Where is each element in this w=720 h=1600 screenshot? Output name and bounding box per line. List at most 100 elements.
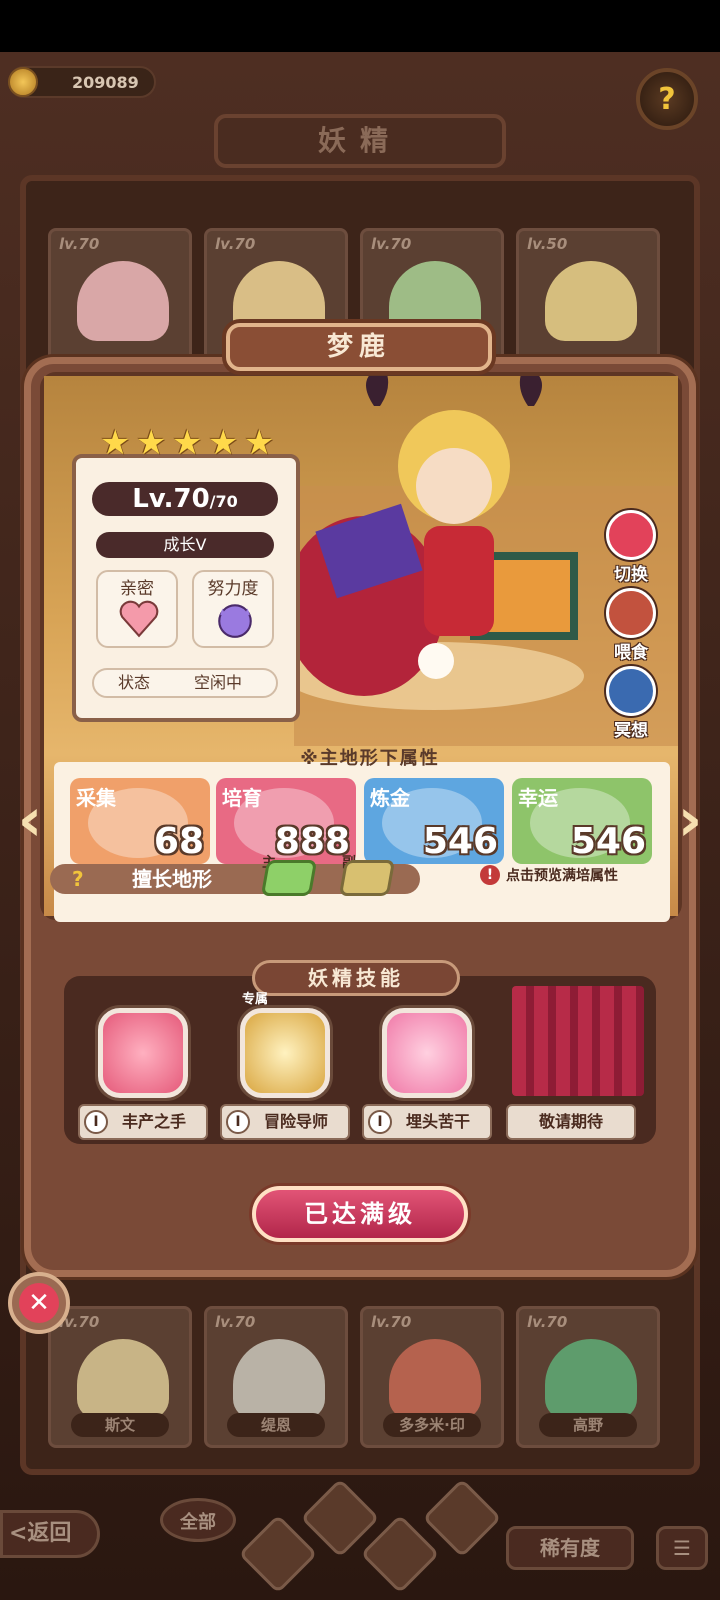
level-max: /70	[209, 492, 238, 511]
growth-badge: 成长V	[96, 532, 274, 558]
help-button[interactable]: ?	[636, 68, 698, 130]
star-icon: ★	[136, 423, 167, 463]
fairy-card[interactable]: lv.70	[48, 228, 192, 370]
fairy-portrait	[77, 261, 169, 341]
stat-value: 546	[570, 821, 646, 862]
skill-heading: 妖精技能	[252, 960, 460, 996]
question-sprout-icon: ?	[72, 867, 84, 891]
coming-soon-label: 敬请期待	[506, 1104, 636, 1140]
question-icon: ?	[658, 81, 676, 117]
card-name: 高野	[539, 1413, 637, 1437]
fairy-card[interactable]: lv.70 多多米·印	[360, 1306, 504, 1448]
rarity-sort-button[interactable]: 稀有度	[506, 1526, 634, 1570]
card-level: lv.70	[371, 1313, 412, 1331]
effort-label: 努力度	[207, 579, 259, 599]
exclusive-tag: 专属	[242, 992, 269, 1007]
skill-item[interactable]: 专属 冒险导师 I	[218, 992, 352, 1146]
currency-amount: 209089	[72, 72, 139, 92]
meditate-icon	[606, 666, 656, 716]
skill-level: I	[368, 1110, 392, 1134]
skill-level: I	[84, 1110, 108, 1134]
switch-icon	[606, 510, 656, 560]
switch-label: 切换	[614, 565, 648, 585]
max-level-button[interactable]: 已达满级	[252, 1186, 468, 1242]
card-level: lv.70	[59, 235, 100, 253]
fairy-card[interactable]: lv.70 斯文	[48, 1306, 192, 1448]
meditate-label: 冥想	[614, 721, 648, 741]
back-button[interactable]: <返回	[0, 1510, 100, 1558]
full-preview-tip[interactable]: ! 点击预览满培属性	[480, 862, 660, 888]
tip-text: 点击预览满培属性	[506, 868, 618, 884]
stat-value: 546	[422, 821, 498, 862]
fairy-portrait	[233, 1339, 325, 1419]
filter-all-button[interactable]: 全部	[160, 1498, 236, 1542]
card-name: 缇恩	[227, 1413, 325, 1437]
stat-gather: 采集 68	[70, 778, 210, 864]
star-icon: ★	[244, 423, 275, 463]
fairy-card[interactable]: lv.50	[516, 228, 660, 370]
next-fairy-arrow[interactable]: ›	[664, 770, 716, 870]
coming-soon-slot: 敬请期待	[504, 996, 638, 1146]
angry-face-icon	[382, 1008, 472, 1098]
stat-label: 采集	[76, 786, 116, 810]
effort-box[interactable]: 努力度	[192, 570, 274, 648]
exclamation-icon: !	[480, 865, 500, 885]
status-row: 状态 空闲中	[92, 668, 278, 698]
card-name: 斯文	[71, 1413, 169, 1437]
card-level: lv.70	[527, 1313, 568, 1331]
close-button[interactable]: ✕	[8, 1272, 70, 1334]
star-icon: ★	[208, 423, 239, 463]
level-bar: Lv.70/70	[92, 482, 278, 516]
status-value: 空闲中	[194, 673, 243, 692]
fairy-portrait	[545, 261, 637, 341]
fairy-card[interactable]: lv.70 缇恩	[204, 1306, 348, 1448]
level-value: Lv.70	[132, 484, 210, 514]
stat-value: 888	[274, 821, 350, 862]
terrain-label: 擅长地形	[132, 867, 212, 891]
skill-item[interactable]: 丰产之手 I	[76, 996, 210, 1146]
fairy-portrait	[77, 1339, 169, 1419]
switch-button[interactable]: 切换	[604, 510, 658, 586]
fairy-portrait	[545, 1339, 637, 1419]
meat-icon	[606, 588, 656, 638]
coin-icon	[8, 67, 38, 97]
card-level: lv.70	[371, 235, 412, 253]
prev-fairy-arrow[interactable]: ‹	[4, 770, 56, 870]
devil-face-icon	[218, 604, 252, 638]
intimacy-label: 亲密	[120, 579, 154, 599]
stat-alchemy: 炼金 546	[364, 778, 504, 864]
card-name: 多多米·印	[383, 1413, 481, 1437]
feed-button[interactable]: 喂食	[604, 588, 658, 664]
fairy-name: 梦鹿	[226, 323, 492, 371]
close-icon: ✕	[19, 1283, 59, 1323]
tomato-icon	[98, 1008, 188, 1098]
intimacy-box[interactable]: 亲密	[96, 570, 178, 648]
status-label: 状态	[118, 673, 151, 692]
star-icon: ★	[100, 423, 131, 463]
terrain-row: ? 擅长地形 主 副	[50, 855, 420, 896]
stat-nurture: 培育 888	[216, 778, 356, 864]
menu-button[interactable]: ☰	[656, 1526, 708, 1570]
stat-luck: 幸运 546	[512, 778, 652, 864]
skill-level: I	[226, 1110, 250, 1134]
stat-label: 培育	[222, 786, 262, 810]
feed-label: 喂食	[614, 643, 648, 663]
star-icon: ★	[172, 423, 203, 463]
fairy-portrait	[389, 1339, 481, 1419]
currency-display: 209089	[8, 66, 156, 98]
status-bar	[0, 0, 720, 52]
heart-icon	[119, 600, 159, 638]
page-title: 妖精	[214, 114, 506, 168]
card-level: lv.50	[527, 235, 568, 253]
grass-terrain-icon[interactable]	[260, 860, 318, 896]
fairy-card[interactable]: lv.70 高野	[516, 1306, 660, 1448]
stat-value: 68	[153, 821, 204, 862]
desert-terrain-icon[interactable]	[338, 860, 396, 896]
stat-label: 幸运	[518, 786, 558, 810]
meditate-button[interactable]: 冥想	[604, 666, 658, 742]
skill-item[interactable]: 埋头苦干 I	[360, 996, 494, 1146]
card-level: lv.70	[215, 235, 256, 253]
attribute-heading: ※主地形下属性	[300, 748, 440, 769]
stat-label: 炼金	[370, 786, 410, 810]
star-rating: ★ ★ ★ ★ ★	[100, 426, 280, 466]
